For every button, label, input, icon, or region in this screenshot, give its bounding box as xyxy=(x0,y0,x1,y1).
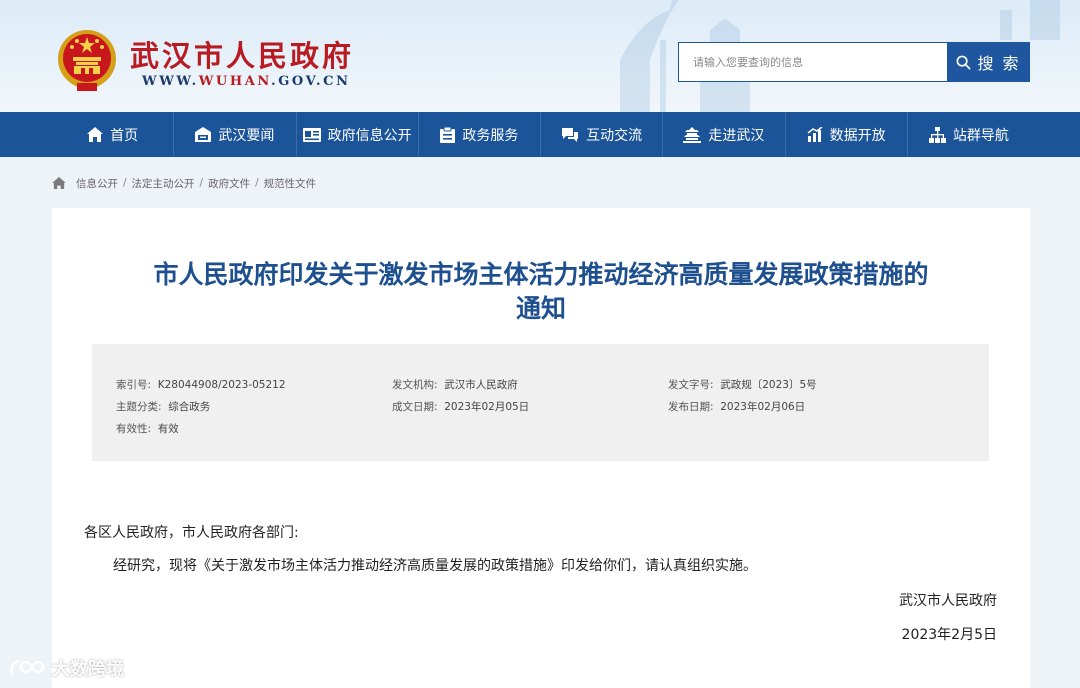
info-icon xyxy=(302,127,321,142)
metadata-value: 武政规〔2023〕5号 xyxy=(720,379,817,391)
breadcrumb-separator: / xyxy=(123,177,127,189)
search-button[interactable]: 搜 索 xyxy=(947,42,1030,82)
nav-item-site-navigation[interactable]: 站群导航 xyxy=(908,112,1030,157)
site-header: 武汉市人民政府 WWW.WUHAN.GOV.CN 搜 索 xyxy=(0,0,1080,112)
document-date: 2023年2月5日 xyxy=(901,627,997,643)
watermark: 大数跨境 xyxy=(8,656,124,680)
breadcrumb-item-statutory-disclosure[interactable]: 法定主动公开 xyxy=(132,176,195,191)
metadata-value: K28044908/2023-05212 xyxy=(157,379,286,391)
metadata-label: 主题分类: xyxy=(116,401,162,413)
breadcrumb-item-government-documents[interactable]: 政府文件 xyxy=(208,176,250,191)
breadcrumb-separator: / xyxy=(199,177,204,189)
chat-icon xyxy=(562,127,579,142)
nav-item-home[interactable]: 首页 xyxy=(52,112,175,157)
metadata-published-date: 发布日期: 2023年02月06日 xyxy=(668,399,805,414)
document-salutation: 各区人民政府，市人民政府各部门: xyxy=(84,525,299,541)
metadata-row: 索引号: K28044908/2023-05212 发文机构: 武汉市人民政府 … xyxy=(92,377,989,393)
nav-item-label: 数据开放 xyxy=(829,127,886,144)
metadata-created-date: 成文日期: 2023年02月05日 xyxy=(392,399,529,414)
metadata-label: 成文日期: xyxy=(392,401,438,413)
nav-item-label: 走进武汉 xyxy=(708,127,765,144)
breadcrumb-separator: / xyxy=(255,177,259,189)
site-url-suffix: .GOV.CN xyxy=(271,74,351,89)
nav-item-label: 政务服务 xyxy=(462,127,519,144)
nav-item-label: 互动交流 xyxy=(586,127,643,144)
search-icon xyxy=(957,55,971,69)
service-icon xyxy=(440,126,456,143)
search-input[interactable] xyxy=(678,42,948,82)
site-title[interactable]: 武汉市人民政府 xyxy=(130,33,354,75)
nav-item-label: 政府信息公开 xyxy=(327,127,412,144)
landmark-icon xyxy=(683,126,702,143)
metadata-value: 2023年02月05日 xyxy=(444,401,530,413)
metadata-label: 发文机构: xyxy=(392,379,438,391)
main-nav: 首页 武汉要闻 政府信息公开 政务服务 互动交流 走进武汉 数据开放 站群导航 xyxy=(0,112,1080,157)
metadata-validity: 有效性: 有效 xyxy=(116,421,179,436)
news-icon xyxy=(195,127,212,142)
site-url-prefix: WWW. xyxy=(142,74,199,89)
home-icon[interactable] xyxy=(52,177,66,189)
metadata-value: 2023年02月06日 xyxy=(720,401,806,413)
metadata-value: 综合政务 xyxy=(168,401,211,413)
metadata-label: 发布日期: xyxy=(668,401,714,413)
nav-item-info-disclosure[interactable]: 政府信息公开 xyxy=(297,112,419,157)
document-signature: 武汉市人民政府 xyxy=(899,593,997,609)
nav-item-label: 首页 xyxy=(110,127,139,144)
metadata-value: 有效 xyxy=(157,423,179,435)
site-url: WWW.WUHAN.GOV.CN xyxy=(142,74,351,89)
metadata-label: 有效性: xyxy=(116,423,152,435)
watermark-logo-icon xyxy=(10,659,45,677)
metadata-row: 有效性: 有效 xyxy=(92,421,989,437)
watermark-text: 大数跨境 xyxy=(52,659,124,680)
document-metadata: 索引号: K28044908/2023-05212 发文机构: 武汉市人民政府 … xyxy=(92,344,989,461)
nav-item-label: 站群导航 xyxy=(952,127,1009,144)
metadata-document-number: 发文字号: 武政规〔2023〕5号 xyxy=(668,377,817,392)
nav-item-news[interactable]: 武汉要闻 xyxy=(174,112,297,157)
metadata-label: 发文字号: xyxy=(668,379,714,391)
chart-icon xyxy=(807,127,823,142)
nav-item-explore-wuhan[interactable]: 走进武汉 xyxy=(663,112,786,157)
sitemap-icon xyxy=(928,126,946,143)
nav-item-open-data[interactable]: 数据开放 xyxy=(786,112,908,157)
document-paragraph: 经研究，现将《关于激发市场主体活力推动经济高质量发展的政策措施》印发给你们，请认… xyxy=(113,558,757,574)
metadata-label: 索引号: xyxy=(116,379,152,391)
nav-item-interaction[interactable]: 互动交流 xyxy=(541,112,664,157)
home-icon xyxy=(87,127,104,142)
metadata-issuer: 发文机构: 武汉市人民政府 xyxy=(392,377,518,392)
document-title: 市人民政府印发关于激发市场主体活力推动经济高质量发展政策措施的通知 xyxy=(153,260,929,323)
document-card: 市人民政府印发关于激发市场主体活力推动经济高质量发展政策措施的通知 索引号: K… xyxy=(52,208,1030,688)
metadata-topic: 主题分类: 综合政务 xyxy=(116,399,210,414)
nav-item-services[interactable]: 政务服务 xyxy=(419,112,541,157)
site-url-highlight: WUHAN xyxy=(198,74,272,89)
metadata-value: 武汉市人民政府 xyxy=(444,379,518,391)
breadcrumb-item-normative-documents[interactable]: 规范性文件 xyxy=(264,176,317,191)
breadcrumb: 信息公开 / 法定主动公开 / 政府文件 / 规范性文件 xyxy=(52,175,316,191)
search-button-label: 搜 索 xyxy=(977,54,1021,73)
breadcrumb-item-info-disclosure[interactable]: 信息公开 xyxy=(76,176,118,191)
national-emblem-icon xyxy=(58,30,116,91)
metadata-index: 索引号: K28044908/2023-05212 xyxy=(116,377,286,392)
nav-item-label: 武汉要闻 xyxy=(218,127,275,144)
metadata-row: 主题分类: 综合政务 成文日期: 2023年02月05日 发布日期: 2023年… xyxy=(92,399,989,415)
